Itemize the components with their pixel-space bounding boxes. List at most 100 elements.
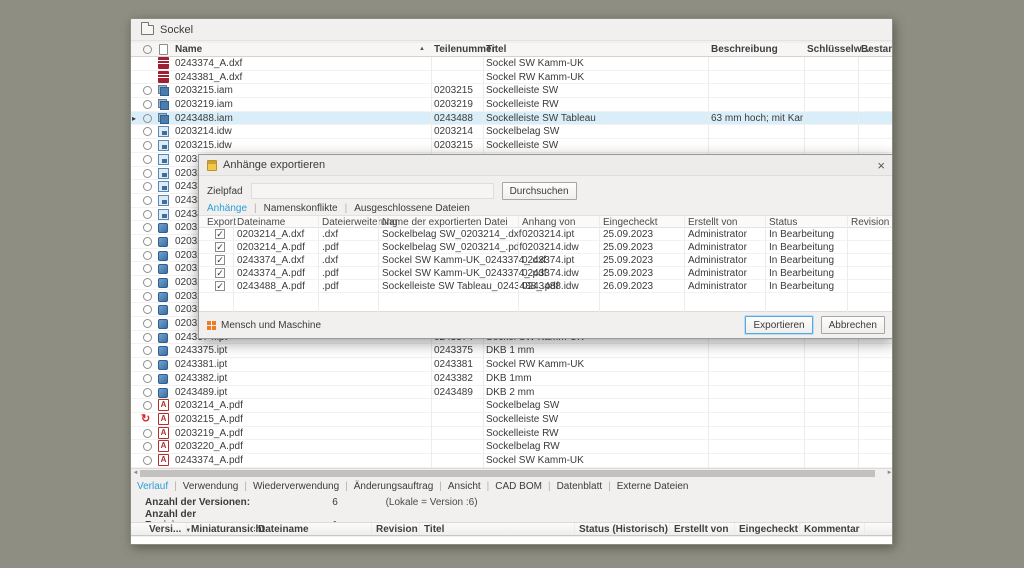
cell-anhang-von: 0203214.ipt: [522, 229, 574, 240]
file-row[interactable]: A0203214_A.pdfSockelbelag SW: [131, 399, 893, 413]
ipt-file-icon: [158, 374, 168, 384]
status-circle-icon: [143, 346, 152, 355]
file-row[interactable]: ▸0243488.iam0243488Sockelleiste SW Table…: [131, 112, 893, 126]
zielpfad-input[interactable]: [251, 183, 494, 199]
file-row[interactable]: ↻A0203215_A.pdfSockelleiste SW: [131, 413, 893, 427]
dialog-column-header[interactable]: Eingecheckt: [603, 217, 657, 228]
cell-erstellt-von: Administrator: [688, 229, 747, 240]
file-row[interactable]: 0203219.iam0203219Sockelleiste RW: [131, 98, 893, 112]
file-row[interactable]: 0243382.ipt0243382DKB 1mm: [131, 372, 893, 386]
export-checkbox[interactable]: ✓: [215, 229, 225, 239]
bottom-tab-5[interactable]: Ansicht: [448, 481, 481, 492]
dialog-column-header[interactable]: Name der exportierten Datei: [382, 217, 508, 228]
dialog-column-header[interactable]: Anhang von: [522, 217, 575, 228]
column-header-bestandsnummer[interactable]: Bestandsnu: [861, 44, 893, 55]
dialog-tab-2[interactable]: Namenskonflikte: [264, 203, 338, 214]
history-column-header[interactable]: Eingecheckt: [739, 524, 798, 535]
export-checkbox[interactable]: ✓: [215, 255, 225, 265]
cell-status: In Bearbeitung: [769, 268, 834, 279]
file-titel: Sockelbelag SW: [486, 400, 706, 411]
bottom-tab-6[interactable]: CAD BOM: [495, 481, 542, 492]
export-checkbox[interactable]: ✓: [215, 242, 225, 252]
file-row[interactable]: 0203215.idw0203215Sockelleiste SW: [131, 139, 893, 153]
bottom-tab-4[interactable]: Änderungsauftrag: [354, 481, 434, 492]
file-row[interactable]: A0203219_A.pdfSockelleiste RW: [131, 427, 893, 441]
tab-separator: |: [487, 481, 490, 492]
close-icon[interactable]: ×: [877, 159, 885, 172]
dialog-column-header[interactable]: Status: [769, 217, 797, 228]
file-beschreibung: 63 mm hoch; mit Kamm-UK: [711, 113, 803, 124]
sort-ascending-icon[interactable]: ▲: [419, 46, 425, 52]
history-column-header[interactable]: Versi...▼: [149, 524, 191, 535]
export-checkbox[interactable]: ✓: [215, 281, 225, 291]
dialog-column-header[interactable]: Erstellt von: [688, 217, 737, 228]
scroll-right-icon[interactable]: ►: [885, 469, 893, 477]
bottom-tab-7[interactable]: Datenblatt: [557, 481, 603, 492]
attachment-row[interactable]: ✓0243374_A.pdf.pdfSockel SW Kamm-UK_0243…: [199, 267, 893, 280]
bottom-tab-8[interactable]: Externe Dateien: [617, 481, 689, 492]
ipt-file-icon: [158, 319, 168, 329]
history-column-header[interactable]: Titel: [424, 524, 444, 535]
cell-export-name: Sockelbelag SW_0203214_.pdf: [382, 242, 522, 253]
file-row[interactable]: 0203215.iam0203215Sockelleiste SW: [131, 84, 893, 98]
file-row[interactable]: 0203214.idw0203214Sockelbelag SW: [131, 125, 893, 139]
history-column-header[interactable]: Kommentar: [804, 524, 860, 535]
file-row[interactable]: A0203220_A.pdfSockelbelag RW: [131, 440, 893, 454]
filetype-column-icon[interactable]: [159, 44, 168, 55]
dialog-column-header[interactable]: Export: [207, 217, 236, 228]
history-column-header[interactable]: Revision: [376, 524, 418, 535]
status-circle-icon: [143, 182, 152, 191]
attachment-row[interactable]: ✓0243488_A.pdf.pdfSockelleiste SW Tablea…: [199, 280, 893, 293]
file-titel: Sockelbelag RW: [486, 441, 706, 452]
export-button[interactable]: Exportieren: [745, 316, 812, 334]
file-row[interactable]: 0243375.ipt0243375DKB 1 mm: [131, 344, 893, 358]
column-header-titel[interactable]: Titel: [486, 44, 506, 55]
attachment-row[interactable]: ✓0203214_A.pdf.pdfSockelbelag SW_0203214…: [199, 241, 893, 254]
ipt-file-icon: [158, 278, 168, 288]
file-name: 0243381_A.dxf: [175, 72, 428, 83]
attachment-row[interactable]: ✓0203214_A.dxf.dxfSockelbelag SW_0203214…: [199, 228, 893, 241]
file-name: 0243488.iam: [175, 113, 428, 124]
scrollbar-thumb[interactable]: [140, 470, 875, 477]
status-circle-icon: [143, 141, 152, 150]
file-row[interactable]: 0243381.ipt0243381Sockel RW Kamm-UK: [131, 358, 893, 372]
history-column-header[interactable]: Dateiname: [258, 524, 309, 535]
bottom-tab-3[interactable]: Wiederverwendung: [253, 481, 339, 492]
status-column-icon[interactable]: [143, 45, 152, 54]
file-row[interactable]: 0243381_A.dxfSockel RW Kamm-UK: [131, 71, 893, 85]
status-circle-icon: [143, 388, 152, 397]
pdf-file-icon: A: [158, 427, 169, 439]
file-row[interactable]: 0243374_A.dxfSockel SW Kamm-UK: [131, 57, 893, 71]
bottom-tab-2[interactable]: Verwendung: [183, 481, 239, 492]
column-header-beschreibung[interactable]: Beschreibung: [711, 44, 778, 55]
horizontal-scrollbar[interactable]: ◄ ►: [131, 468, 893, 477]
desktop-background: Sockel Name ▲ Teilenummer Titel Beschrei…: [0, 0, 1024, 568]
attachment-row[interactable]: ✓0243374_A.dxf.dxfSockel SW Kamm-UK_0243…: [199, 254, 893, 267]
browse-button[interactable]: Durchsuchen: [502, 182, 577, 200]
ipt-file-icon: [158, 333, 168, 343]
file-teilenummer: 0243382: [434, 373, 482, 384]
tab-separator: |: [174, 481, 177, 492]
status-circle-icon: [143, 223, 152, 232]
cancel-button[interactable]: Abbrechen: [821, 316, 885, 334]
dialog-tab-1[interactable]: Anhänge: [207, 203, 247, 214]
status-circle-icon: [143, 237, 152, 246]
column-separator: [734, 523, 735, 535]
cell-dateiname: 0203214_A.dxf: [237, 229, 304, 240]
file-titel: Sockelleiste RW: [486, 99, 706, 110]
file-row[interactable]: 0243489.ipt0243489DKB 2 mm: [131, 386, 893, 400]
history-column-header[interactable]: Erstellt von: [674, 524, 728, 535]
history-column-header[interactable]: Status (Historisch): [579, 524, 668, 535]
dialog-column-header[interactable]: Revision: [851, 217, 889, 228]
bottom-tab-1[interactable]: Verlauf: [137, 481, 168, 492]
column-header-name[interactable]: Name: [175, 44, 202, 55]
export-checkbox[interactable]: ✓: [215, 268, 225, 278]
dialog-column-header[interactable]: Dateiname: [237, 217, 285, 228]
dialog-tab-3[interactable]: Ausgeschlossene Dateien: [354, 203, 470, 214]
ipt-file-icon: [158, 292, 168, 302]
scroll-left-icon[interactable]: ◄: [131, 469, 140, 477]
idw-file-icon: [158, 154, 169, 165]
file-titel: Sockel RW Kamm-UK: [486, 359, 706, 370]
file-row[interactable]: A0243374_A.pdfSockel SW Kamm-UK: [131, 454, 893, 468]
dialog-attachments-table: ExportDateinameDateierweiterungName der …: [199, 215, 893, 312]
